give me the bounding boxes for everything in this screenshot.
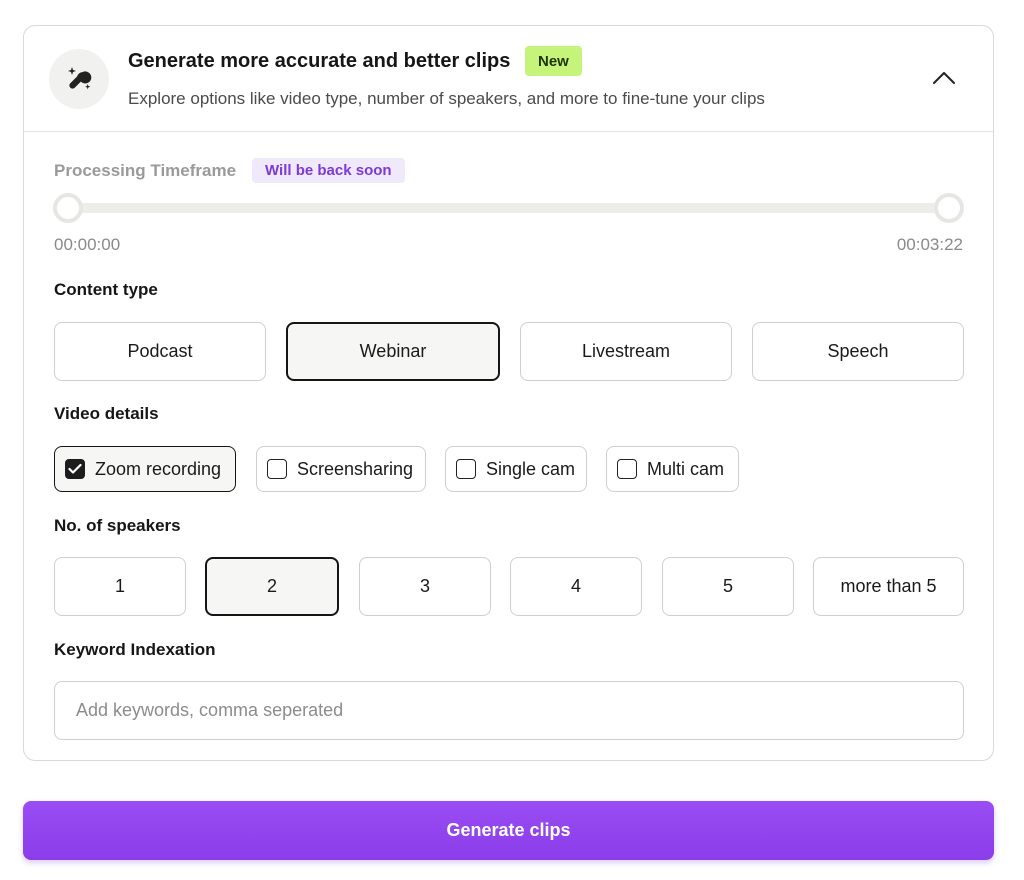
header-subtitle: Explore options like video type, number … <box>128 89 765 108</box>
timeframe-slider-track[interactable] <box>68 203 950 213</box>
timeframe-start-time: 00:00:00 <box>54 235 121 254</box>
speakers-option-2[interactable]: 2 <box>205 557 339 616</box>
header-title: Generate more accurate and better clips <box>128 50 511 72</box>
checkbox-empty-icon <box>456 459 476 479</box>
content-type-livestream[interactable]: Livestream <box>520 322 732 381</box>
timeframe-end-time: 00:03:22 <box>896 235 963 254</box>
checkbox-label: Zoom recording <box>95 458 222 479</box>
checkbox-zoom-recording[interactable]: Zoom recording <box>54 446 236 492</box>
speakers-option-4[interactable]: 4 <box>510 557 642 616</box>
card-header[interactable]: Generate more accurate and better clips … <box>24 26 993 132</box>
checkbox-label: Screensharing <box>297 458 414 479</box>
timeframe-label: Processing Timeframe <box>54 161 237 180</box>
checkbox-label: Multi cam <box>647 458 725 479</box>
magic-wrench-icon <box>49 49 109 109</box>
content-type-webinar[interactable]: Webinar <box>286 322 500 381</box>
generate-clips-button[interactable]: Generate clips <box>23 801 994 860</box>
content-type-label: Content type <box>54 280 158 299</box>
speakers-option-3[interactable]: 3 <box>359 557 491 616</box>
checkbox-checked-icon <box>65 459 85 479</box>
speakers-option-1[interactable]: 1 <box>54 557 186 616</box>
checkbox-empty-icon <box>267 459 287 479</box>
checkbox-screensharing[interactable]: Screensharing <box>256 446 426 492</box>
keyword-input[interactable] <box>54 681 964 740</box>
clip-options-card: Generate more accurate and better clips … <box>23 25 994 761</box>
checkbox-single-cam[interactable]: Single cam <box>445 446 587 492</box>
speakers-label: No. of speakers <box>54 516 181 535</box>
checkbox-empty-icon <box>617 459 637 479</box>
new-badge: New <box>525 46 582 76</box>
content-type-podcast[interactable]: Podcast <box>54 322 266 381</box>
speakers-option-5[interactable]: 5 <box>662 557 794 616</box>
timeframe-start-handle[interactable] <box>53 193 83 223</box>
keyword-indexation-label: Keyword Indexation <box>54 640 216 659</box>
checkbox-label: Single cam <box>486 458 576 479</box>
checkbox-multi-cam[interactable]: Multi cam <box>606 446 739 492</box>
chevron-up-icon[interactable] <box>929 66 959 90</box>
timeframe-end-handle[interactable] <box>934 193 964 223</box>
content-type-speech[interactable]: Speech <box>752 322 964 381</box>
video-details-label: Video details <box>54 404 159 423</box>
soon-badge: Will be back soon <box>252 158 405 183</box>
speakers-option-more-than-5[interactable]: more than 5 <box>813 557 964 616</box>
